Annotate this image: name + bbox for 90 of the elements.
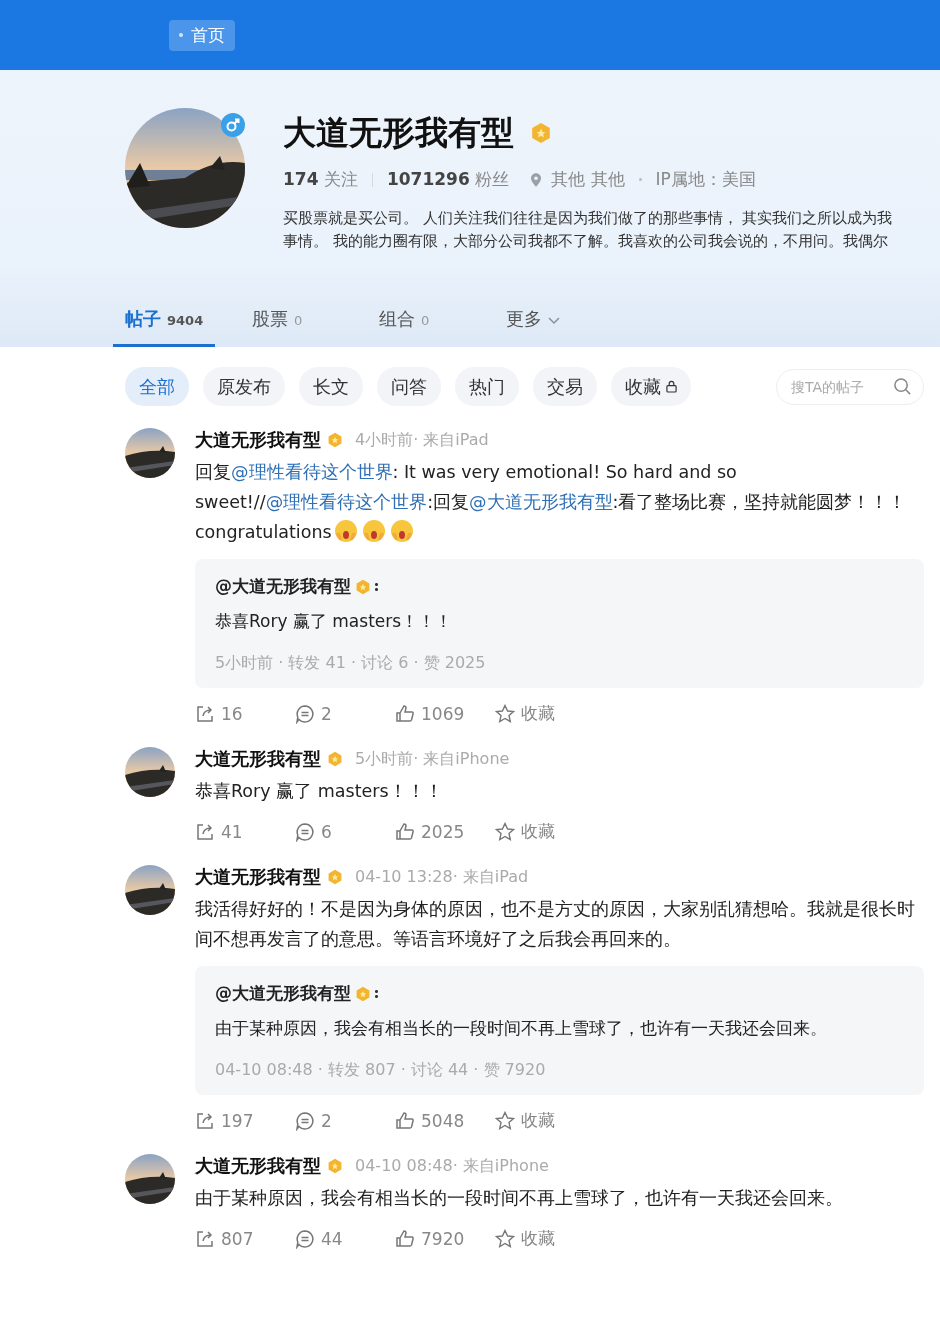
badge-icon <box>355 985 371 1002</box>
comment-button[interactable]: 6 <box>295 821 395 842</box>
author-name[interactable]: 大道无形我有型 <box>195 428 321 452</box>
thumbs-up-icon <box>395 821 415 842</box>
quote-meta: 5小时前 · 转发 41 · 讨论 6 · 赞 2025 <box>215 653 487 674</box>
filter-chip[interactable]: 原发布 <box>203 367 285 406</box>
like-button[interactable]: 5048 <box>395 1110 495 1131</box>
post-meta: 04-10 08:48· 来自iPhone <box>355 1155 549 1177</box>
quoted-post[interactable]: @大道无形我有型 恭喜Rory 赢了 masters！！！ 5小时前 · 转发 41 · 讨论 6 · 赞 2025 <box>195 559 924 688</box>
followers-count[interactable]: 1071296 粉丝 <box>386 168 510 191</box>
like-button[interactable]: 7920 <box>395 1228 495 1249</box>
author-name[interactable]: 大道无形我有型 <box>195 1154 321 1178</box>
post-text: 由于某种原因，我会有相当长的一段时间不再上雪球了，也许有一天我还会回来。 <box>195 1187 844 1210</box>
profile-tab[interactable]: 股票 0 <box>240 307 342 347</box>
following-count[interactable]: 174 关注 <box>283 168 358 191</box>
thumbs-up-icon <box>395 703 415 724</box>
comment-button[interactable]: 2 <box>295 703 395 724</box>
repost-button[interactable]: 41 <box>195 821 295 842</box>
thumbs-up-icon <box>395 1228 415 1249</box>
comment-icon <box>295 703 315 724</box>
comment-button[interactable]: 44 <box>295 1228 395 1249</box>
quoted-post[interactable]: @大道无形我有型 由于某种原因，我会有相当长的一段时间不再上雪球了，也许有一天我还会回来。 04-10 08:48 · 转发 807 · 讨论 44 · 赞 7920 <box>195 966 924 1095</box>
post-meta: 04-10 13:28· 来自iPad <box>355 866 529 888</box>
filter-chip[interactable]: 热门 <box>455 367 519 406</box>
bio-text: 买股票就是买公司。 人们关注我们往往是因为我们做了的那些事情， 其实我们之所以成为我 <box>283 209 893 228</box>
post-text: 恭喜Rory 赢了 masters！！！ <box>195 780 444 803</box>
comment-icon <box>295 1110 315 1131</box>
share-icon <box>195 821 215 842</box>
comment-icon <box>295 1228 315 1249</box>
post-meta: 5小时前· 来自iPhone <box>355 748 510 770</box>
emoji-icon <box>389 519 414 543</box>
like-button[interactable]: 1069 <box>395 703 495 724</box>
mention-link[interactable]: @理性看待这个世界 <box>265 492 428 512</box>
filter-chip[interactable]: 问答 <box>377 367 441 406</box>
favorite-button[interactable]: 收藏 <box>495 820 595 843</box>
badge-icon <box>327 1158 343 1174</box>
star-icon <box>495 821 515 842</box>
share-icon <box>195 703 215 724</box>
location-pin-icon <box>531 172 542 187</box>
author-name[interactable]: 大道无形我有型 <box>195 865 321 889</box>
author-name[interactable]: 大道无形我有型 <box>195 747 321 771</box>
quote-author[interactable]: @大道无形我有型 <box>215 575 351 598</box>
post-text: 回复@理性看待这个世界: It was very emotional! So hard and so sweet!//@理性看待这个世界:回复@大道无形我有型:看了整场比赛，坚持就能圆梦！！！ congratulations <box>195 461 908 545</box>
star-icon <box>495 1110 515 1131</box>
favorite-button[interactable]: 收藏 <box>495 1227 595 1250</box>
home-button[interactable]: 首页 <box>169 19 235 51</box>
star-icon <box>495 703 515 724</box>
badge-icon <box>327 432 343 448</box>
ip-location: IP属地：美国 <box>655 168 756 191</box>
quote-text: 恭喜Rory 赢了 masters！！！ <box>215 610 454 633</box>
profile-tab[interactable]: 更多 <box>494 307 596 347</box>
repost-button[interactable]: 807 <box>195 1228 295 1249</box>
caret-icon <box>548 317 560 325</box>
search-field[interactable]: 搜TA的帖子 <box>776 368 924 405</box>
lock-icon <box>666 380 677 393</box>
badge-icon <box>327 751 343 767</box>
thumbs-up-icon <box>395 1110 415 1131</box>
favorite-button[interactable]: 收藏 <box>495 1109 595 1132</box>
comment-button[interactable]: 2 <box>295 1110 395 1131</box>
star-icon <box>495 1228 515 1249</box>
quote-text: 由于某种原因，我会有相当长的一段时间不再上雪球了，也许有一天我还会回来。 <box>215 1017 828 1040</box>
post-meta: 4小时前· 来自iPad <box>355 429 489 451</box>
filter-chip[interactable]: 全部 <box>125 367 189 406</box>
bio-text: 事情。 我的能力圈有限，大部分公司我都不了解。我喜欢的公司我会说的，不用问。我偶尔 <box>283 232 889 251</box>
location-text: 其他 其他 <box>551 168 625 191</box>
comment-icon <box>295 821 315 842</box>
post-text: 我活得好好的！不是因为身体的原因，也不是方丈的原因，大家别乱猜想哈。我就是很长时间不想再发言了的意思。等语言环境好了之后我会再回来的。 <box>195 898 916 951</box>
badge-icon <box>355 578 371 595</box>
filter-chip[interactable]: 收藏 <box>611 367 691 406</box>
profile-name: 大道无形我有型 <box>283 111 514 154</box>
badge-icon <box>530 122 552 144</box>
male-icon <box>221 113 245 137</box>
profile-tab[interactable]: 组合 0 <box>367 307 469 347</box>
favorite-button[interactable]: 收藏 <box>495 702 595 725</box>
filter-chip[interactable]: 长文 <box>299 367 363 406</box>
repost-button[interactable]: 16 <box>195 703 295 724</box>
emoji-icon <box>333 519 358 543</box>
quote-meta: 04-10 08:48 · 转发 807 · 讨论 44 · 赞 7920 <box>215 1060 547 1081</box>
profile-tab[interactable]: 帖子 9404 <box>113 307 215 347</box>
like-button[interactable]: 2025 <box>395 821 495 842</box>
mention-link[interactable]: @大道无形我有型 <box>469 492 613 512</box>
share-icon <box>195 1110 215 1131</box>
quote-author[interactable]: @大道无形我有型 <box>215 982 351 1005</box>
repost-button[interactable]: 197 <box>195 1110 295 1131</box>
emoji-icon <box>361 519 386 543</box>
filter-chip[interactable]: 交易 <box>533 367 597 406</box>
share-icon <box>195 1228 215 1249</box>
mention-link[interactable]: @理性看待这个世界 <box>231 462 393 482</box>
badge-icon <box>327 869 343 885</box>
search-icon[interactable] <box>893 376 912 396</box>
